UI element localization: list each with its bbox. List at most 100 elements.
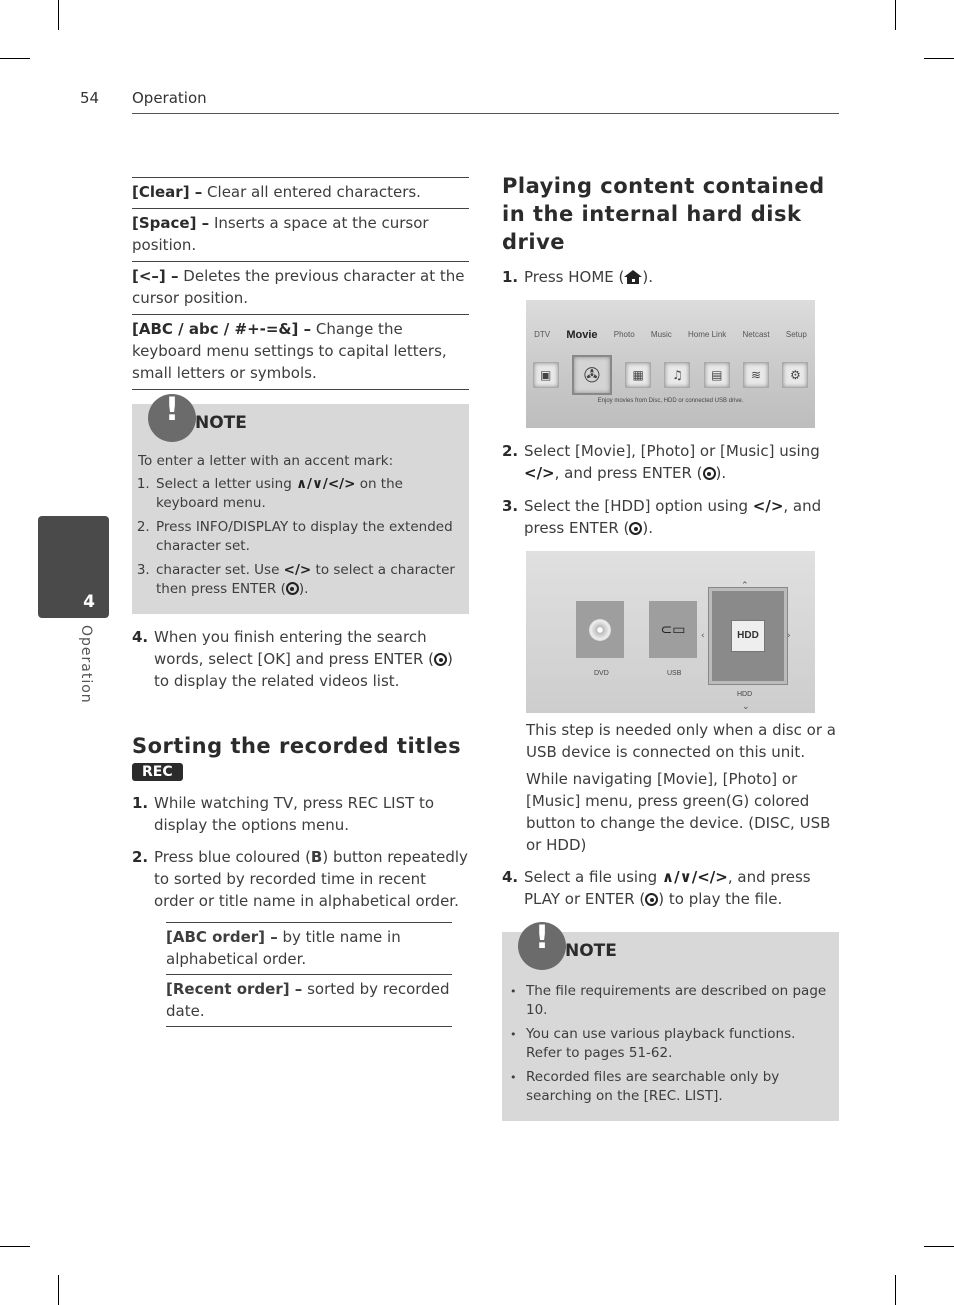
left-column: [Clear] – Clear all entered characters. … [132,177,469,1027]
menu-item: Home Link [688,330,727,339]
note-list: The file requirements are described on p… [508,982,833,1106]
keyboard-options-table: [Clear] – Clear all entered characters. … [132,177,469,390]
option-row: [Space] – Inserts a space at the cursor … [132,208,469,261]
info-text: While navigating [Movie], [Photo] or [Mu… [526,770,831,854]
device-label: DVD [594,670,609,677]
enter-button-icon [702,467,716,480]
section-heading: Sorting the recorded titles [132,734,462,758]
option-row: [Recent order] – sorted by recorded date… [166,974,452,1027]
option-row: [Clear] – Clear all entered characters. [132,177,469,208]
note-box: ! NOTE The file requirements are describ… [502,921,839,1121]
chevron-right-icon: › [787,631,791,641]
crop-mark [0,58,30,59]
menu-item: Netcast [742,330,770,339]
dvd-device [576,601,624,658]
step-item: 2. Select [Movie], [Photo] or [Music] us… [502,442,820,482]
right-column: Playing content contained in the interna… [502,172,839,1121]
menu-caption: Enjoy movies from Disc, HDD or connected… [597,398,744,404]
note-item: Select a letter using ∧/∨/</> on the key… [154,475,463,513]
step-item: 4. When you finish entering the search w… [132,628,453,690]
step-item: 1. Press HOME (). [502,266,839,290]
film-reel-icon: ✇ [571,355,612,395]
enter-button-icon [645,893,659,906]
exclamation-icon: ! [518,921,566,970]
menu-item-selected: Movie [566,329,598,341]
home-menu-labels: DTV Movie Photo Music Home Link Netcast … [526,324,815,346]
option-desc: Deletes the previous character at the cu… [132,267,465,307]
photo-icon: ▦ [625,362,652,388]
note-intro: To enter a letter with an accent mark: [138,453,394,469]
menu-item: Photo [613,330,635,339]
chevron-up-icon: ⌃ [741,581,749,591]
note-title: NOTE [195,413,247,433]
crop-mark [895,0,896,30]
option-term: [Space] – [132,214,210,232]
usb-device: ⊂▭ [649,601,697,658]
option-row: [<–] – Deletes the previous character at… [132,261,469,314]
menu-item: Setup [785,330,807,339]
crop-mark [58,1275,59,1305]
option-term: [<–] – [132,267,179,285]
note-item: You can use various playback functions. … [510,1025,833,1063]
arrow-keys-icon: </> [752,497,784,515]
note-item: Press INFO/DISPLAY to display the extend… [154,518,463,556]
arrow-keys-icon: ∧/∨/</> [296,476,356,492]
section-title: Operation [132,89,207,107]
step-item: 1. While watching TV, press REC LIST to … [132,794,435,834]
chapter-label: Operation [78,625,94,704]
option-row: [ABC order] – by title name in alphabeti… [166,922,452,974]
netcast-icon: ≋ [743,362,770,388]
crop-mark [0,1246,30,1247]
menu-item: DTV [534,330,551,339]
home-menu-screenshot: DTV Movie Photo Music Home Link Netcast … [526,300,815,428]
crop-mark [924,1246,954,1247]
note-list: Select a letter using ∧/∨/</> on the key… [138,475,463,599]
option-term: [Clear] – [132,183,203,201]
arrow-keys-icon: </> [283,562,312,578]
option-desc: Clear all entered characters. [202,183,421,201]
page-number: 54 [80,89,100,107]
sort-options-table: [ABC order] – by title name in alphabeti… [166,922,452,1027]
step-item: 3. Select the [HDD] option using </>, an… [502,497,822,537]
note-item: character set. Use </> to select a chara… [154,561,463,599]
music-icon: ♫ [664,362,691,388]
rec-badge: REC [132,763,183,781]
option-row: [ABC / abc / #+-=&] – Change the keyboar… [132,314,469,390]
chapter-tab: 4 [38,516,109,618]
usb-icon: ⊂▭ [660,621,686,638]
arrow-keys-icon: ∧/∨/</> [661,868,728,886]
sorting-section: Sorting the recorded titles REC 1. While… [132,732,469,1027]
option-term: [ABC / abc / #+-=&] – [132,320,312,338]
enter-button-icon [629,522,643,535]
step-item: 4. Select a file using ∧/∨/</>, and pres… [502,868,811,908]
note-item: Recorded files are searchable only by se… [510,1068,833,1106]
gear-icon: ⚙ [782,362,809,388]
device-label: USB [667,670,682,677]
crop-mark [895,1275,896,1305]
section-heading: Playing content contained in the interna… [502,174,825,254]
crop-mark [58,0,59,30]
home-icon [624,268,643,290]
exclamation-icon: ! [148,393,196,442]
crop-mark [924,58,954,59]
note-item: The file requirements are described on p… [510,982,833,1020]
chevron-left-icon: ‹ [701,631,705,641]
menu-item: Music [650,330,672,339]
note-box: ! NOTE To enter a letter with an accent … [132,393,469,614]
header-divider [132,113,839,114]
disc-icon [589,618,611,641]
folder-icon: ▤ [703,362,730,388]
step-item: 2. Press blue coloured (B) button repeat… [132,848,468,910]
note-title: NOTE [565,941,617,961]
arrow-keys-icon: </> [524,464,555,482]
device-menu-screenshot: DVD ⊂▭ USB ‹ HDD › ⌃ HDD ⌄ [526,551,815,713]
chevron-down-icon: ⌄ [742,702,750,712]
chapter-number: 4 [83,592,95,612]
hdd-device-selected: HDD [708,587,788,685]
enter-button-icon [285,582,299,595]
tv-icon: ▣ [532,362,559,388]
enter-button-icon [434,653,448,666]
blue-button-label: B [310,848,323,866]
info-text: This step is needed only when a disc or … [526,721,836,761]
hdd-button: HDD [731,620,765,652]
